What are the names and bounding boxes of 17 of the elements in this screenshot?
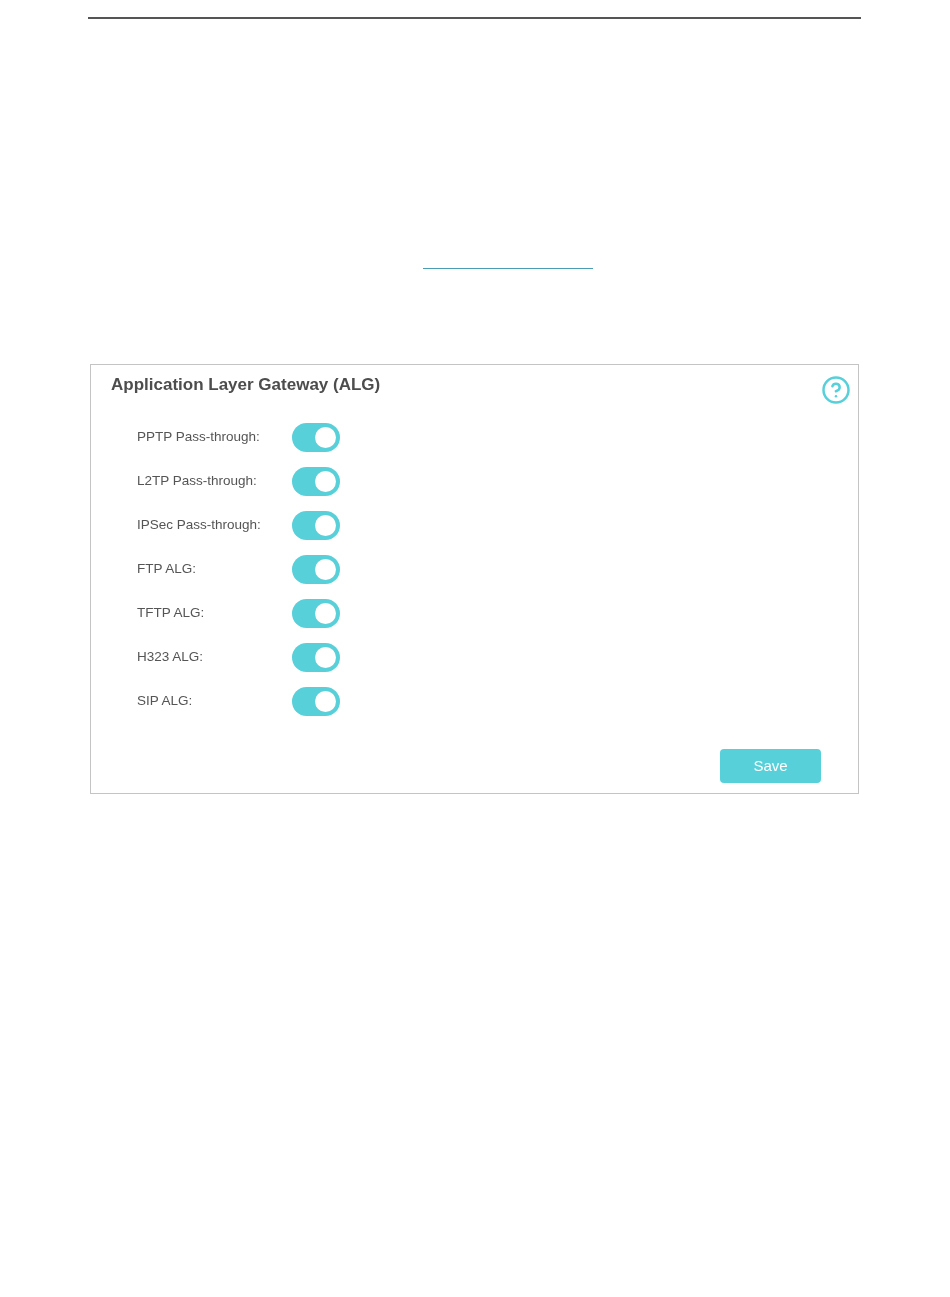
toggle-switch[interactable] <box>292 598 340 628</box>
toggle-switch[interactable] <box>292 642 340 672</box>
toggle-switch[interactable] <box>292 686 340 716</box>
help-icon[interactable] <box>821 375 851 405</box>
setting-label: L2TP Pass-through: <box>137 471 258 490</box>
setting-label: TFTP ALG: <box>137 603 206 622</box>
toggle-switch[interactable] <box>292 510 340 540</box>
toggle-switch[interactable] <box>292 554 340 584</box>
toggle-switch[interactable] <box>292 466 340 496</box>
panel-title: Application Layer Gateway (ALG) <box>111 375 381 395</box>
setting-label: PPTP Pass-through: <box>137 427 261 446</box>
save-button[interactable]: Save <box>720 749 821 783</box>
setting-label: H323 ALG: <box>137 647 205 666</box>
toggle-switch[interactable] <box>292 422 340 452</box>
setting-label: IPSec Pass-through: <box>137 515 262 534</box>
setting-label: FTP ALG: <box>137 559 198 578</box>
setting-label: SIP ALG: <box>137 691 194 710</box>
